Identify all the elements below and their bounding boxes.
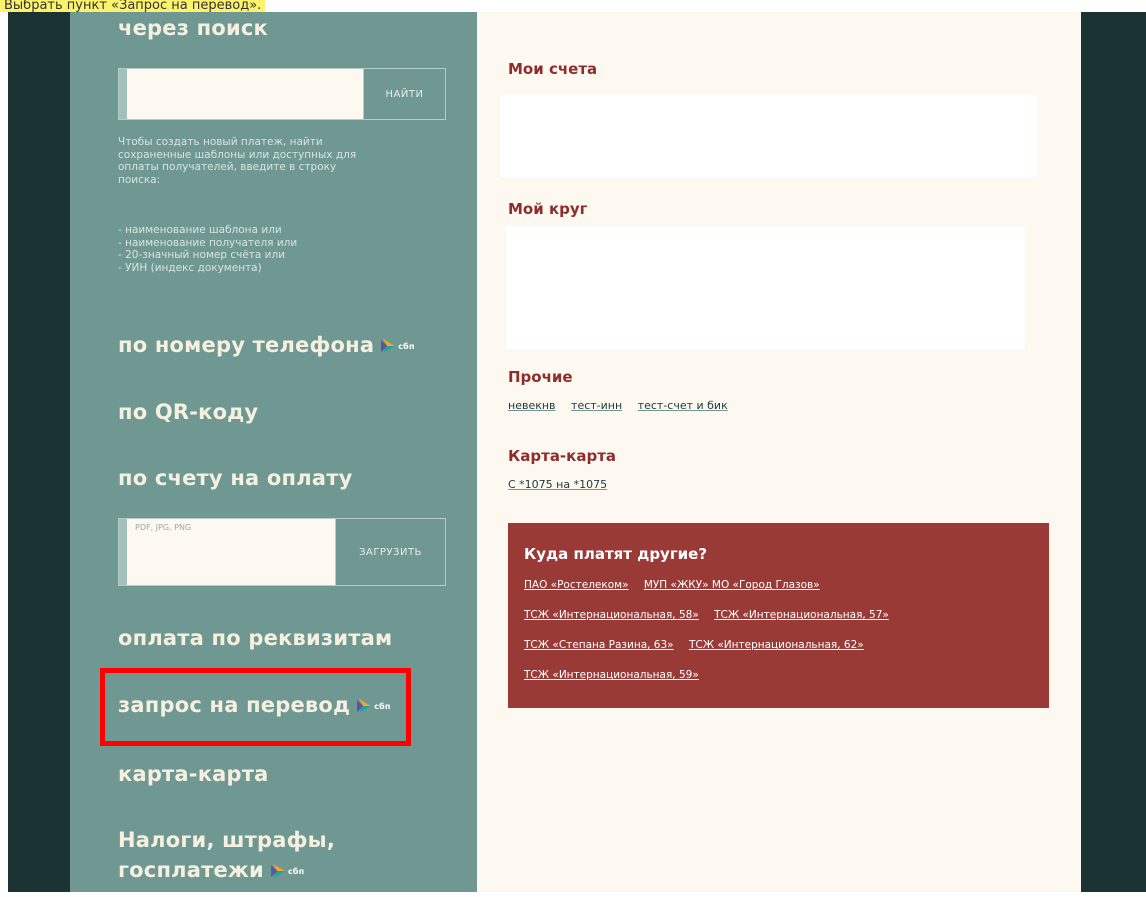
card-title: Карта-карта [508,447,617,465]
recipient-link[interactable]: ТСЖ «Степана Разина, 63» [524,639,674,651]
popular-title: Куда платят другие? [524,545,708,563]
menu-taxes-line2-wrap: госплатежи сбп [118,858,335,882]
template-link[interactable]: невекнв [508,399,556,412]
menu-card-to-card[interactable]: карта-карта [118,762,269,786]
search-field[interactable]: НАЙТИ [118,68,446,120]
hint-list-item: - наименование шаблона или [118,224,282,236]
hint-list-item: - 20-значный номер счёта или [118,249,286,261]
menu-taxes-line1: Налоги, штрафы, [118,828,336,852]
recipient-link[interactable]: ТСЖ «Интернациональная, 59» [524,669,699,681]
hint-line: оплаты получателей, введите в строку [118,161,337,173]
menu-taxes[interactable]: Налоги, штрафы, госплатежи сбп [118,828,335,882]
search-button[interactable]: НАЙТИ [363,69,445,119]
instruction-caption: Выбрать пункт «Запрос на перевод». [0,0,266,12]
menu-by-phone-label: по номеру телефона [118,333,375,357]
menu-by-phone[interactable]: по номеру телефона сбп [118,333,415,357]
hint-line: Чтобы создать новый платеж, найти [118,136,323,148]
hint-list-item: - наименование получателя или [118,236,298,249]
sbp-logo-icon: сбп [270,863,304,879]
menu-by-invoice[interactable]: по счету на оплату [118,466,352,490]
circle-list[interactable] [506,226,1025,349]
menu-by-qr[interactable]: по QR-коду [118,400,258,424]
accounts-list[interactable] [500,95,1037,177]
search-field-strip [119,69,127,119]
sbp-text: сбп [398,341,415,351]
recipient-link[interactable]: ТСЖ «Интернациональная, 57» [714,609,889,621]
popular-row: ТСЖ «Степана Разина, 63» ТСЖ «Интернацио… [524,639,876,651]
popular-row: ПАО «Ростелеком» МУП «ЖКУ» МО «Город Гла… [524,579,832,591]
card-links: С *1075 на *1075 [508,478,619,491]
recipient-link[interactable]: ТСЖ «Интернациональная, 58» [524,609,699,621]
popular-row: ТСЖ «Интернациональная, 58» ТСЖ «Интерна… [524,609,901,621]
template-link[interactable]: тест-инн [571,399,622,412]
hint-list-item: - УИН (индекс документа) [118,261,262,274]
search-heading: через поиск [118,16,268,40]
highlight-box [100,668,411,746]
hint-line: поиска: [118,173,161,186]
screen: Выбрать пункт «Запрос на перевод». через… [0,0,1146,897]
upload-field-strip [119,519,127,585]
hint-line: сохраненные шаблоны или доступных для [118,148,357,161]
search-hint-list: - наименование шаблона или - наименовани… [118,224,418,274]
sbp-logo-icon: сбп [380,338,414,354]
menu-by-requisites[interactable]: оплата по реквизитам [118,626,392,650]
recipient-link[interactable]: ТСЖ «Интернациональная, 62» [689,639,864,651]
recipient-link[interactable]: МУП «ЖКУ» МО «Город Глазов» [644,579,820,591]
popular-recipients: Куда платят другие? ПАО «Ростелеком» МУП… [508,523,1049,708]
my-circle-title: Мой круг [508,200,588,218]
sbp-text: сбп [287,866,305,876]
my-accounts-title: Мои счета [508,60,598,78]
menu-taxes-line2: госплатежи [118,858,264,882]
recipient-link[interactable]: ПАО «Ростелеком» [524,579,629,591]
search-hint: Чтобы создать новый платеж, найти сохран… [118,136,418,186]
other-title: Прочие [508,368,573,386]
other-links: невекнв тест-инн тест-счет и бик [508,399,740,412]
template-link[interactable]: тест-счет и бик [638,399,728,412]
upload-field[interactable]: PDF, JPG, PNG ЗАГРУЗИТЬ [118,518,446,586]
card-template-link[interactable]: С *1075 на *1075 [508,478,607,491]
upload-placeholder: PDF, JPG, PNG [135,523,192,532]
upload-button[interactable]: ЗАГРУЗИТЬ [335,519,445,585]
popular-row: ТСЖ «Интернациональная, 59» [524,669,711,681]
